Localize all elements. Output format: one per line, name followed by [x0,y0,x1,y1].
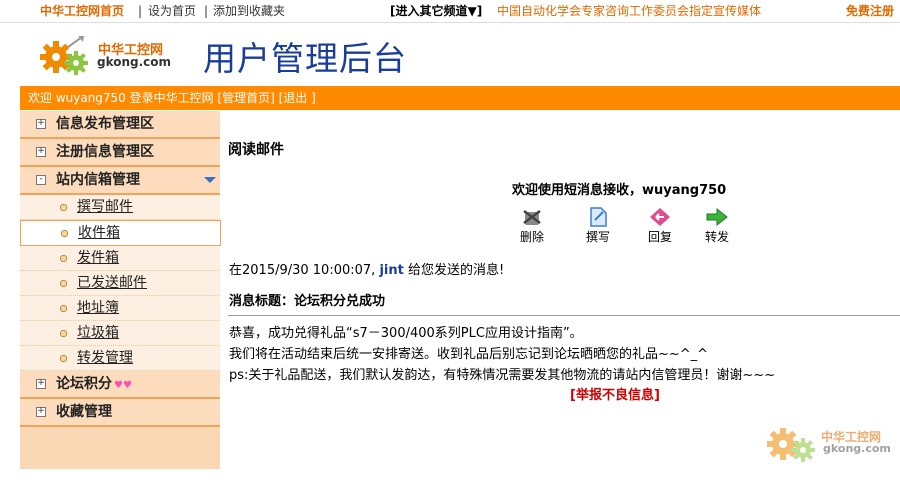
sidebar-section-label: 站内信箱管理 [56,172,140,188]
message-date: 在2015/9/30 10:00:07, [229,263,380,278]
sidebar-item-label[interactable]: 已发送邮件 [77,271,147,295]
bullet-icon [60,355,67,362]
forum-label: 论坛积分 [56,376,112,392]
mailbox-submenu: 撰写邮件 收件箱 发件箱 已发送邮件 地址簿 垃圾箱 转发管理 [20,195,221,371]
message-subject: 消息标题：论坛积分兑成功 [229,294,386,309]
separator: | [204,4,209,18]
page-title: 用户管理后台 [203,39,407,78]
sidebar-item-label[interactable]: 转发管理 [77,346,133,370]
expand-icon[interactable]: + [36,119,46,129]
compose-icon [590,207,607,227]
chevron-down-icon[interactable] [204,177,216,183]
delete-icon [523,210,541,225]
watermark-logo: 中华工控网 gkong.com [765,420,895,470]
reply-button[interactable]: 回复 [643,206,677,245]
welcome-bar: 欢迎 wuyang750 登录中华工控网 [管理首页] [退出 ] [20,86,900,110]
sidebar-section-label: 信息发布管理区 [56,116,154,132]
sidebar-section-label: 注册信息管理区 [56,144,154,160]
expand-icon[interactable]: + [36,147,46,157]
greeting-text: 欢迎使用短消息接收，wuyang750 [512,183,727,198]
sidebar-item-inbox[interactable]: 收件箱 [20,220,221,246]
report-link[interactable]: [举报不良信息] [570,384,660,403]
divider [228,315,900,316]
bullet-icon [60,255,67,262]
sidebar-item-label[interactable]: 撰写邮件 [77,195,133,219]
action-label: 撰写 [585,230,610,244]
home-link[interactable]: 中华工控网首页 [40,0,124,22]
sidebar-section-forum-points[interactable]: + 论坛积分 ♥♥ [20,371,220,399]
bullet-icon [60,330,67,337]
compose-button[interactable]: 撰写 [581,206,615,245]
sidebar-item-compose[interactable]: 撰写邮件 [20,195,220,220]
sidebar-section-label: 收藏管理 [56,404,112,420]
sidebar-section-mailbox[interactable]: - 站内信箱管理 [20,167,220,195]
sidebar-section-label: 论坛积分 ♥♥ [56,371,132,399]
register-link[interactable]: 免费注册 [846,0,894,22]
gear-logo-icon [40,36,88,75]
sidebar-item-forwarding[interactable]: 转发管理 [20,346,220,371]
sidebar-item-label[interactable]: 垃圾箱 [77,321,119,345]
bullet-icon [61,230,68,237]
site-logo[interactable]: 中华工控网 gkong.com [38,33,178,81]
message-line: 恭喜，成功兑得礼品“s7－300/400系列PLC应用设计指南”。 [229,326,583,341]
bullet-icon [60,204,67,211]
sender-link[interactable]: jint [379,263,403,278]
watermark-en-text: gkong.com [823,442,891,455]
message-meta: 在2015/9/30 10:00:07, jint 给您发送的消息! [229,259,504,278]
logo-en-text: gkong.com [97,55,172,69]
sidebar-item-label[interactable]: 发件箱 [77,246,119,270]
gear-watermark-icon [767,428,815,462]
action-label: 删除 [519,230,544,244]
reply-icon [650,208,670,226]
page-heading: 阅读邮件 [228,142,284,158]
delete-button[interactable]: 删除 [515,206,549,245]
sidebar: + 信息发布管理区 + 注册信息管理区 - 站内信箱管理 撰写邮件 收件箱 发件… [20,111,221,469]
add-favorite-link[interactable]: 添加到收藏夹 [213,0,285,22]
sidebar-item-outbox[interactable]: 发件箱 [20,246,220,271]
action-label: 回复 [647,230,672,244]
action-label: 转发 [704,230,729,244]
header: 中华工控网 gkong.com 用户管理后台 [0,23,900,85]
sidebar-section-publish[interactable]: + 信息发布管理区 [20,111,220,139]
sidebar-item-label[interactable]: 地址簿 [77,296,119,320]
collapse-icon[interactable]: - [36,175,46,185]
bullet-icon [60,280,67,287]
message-suffix: 给您发送的消息! [403,263,505,278]
forward-button[interactable]: 转发 [700,206,734,245]
channel-dropdown[interactable]: [进入其它频道▼] [390,0,482,22]
message-line: 我们将在活动结束后统一安排寄送。收到礼品后别忘记到论坛晒晒您的礼品~~^_^ [229,347,709,362]
message-line: ps:关于礼品配送，我们默认发韵达，有特殊情况需要发其他物流的请站内信管理员！谢… [229,368,776,383]
bullet-icon [60,305,67,312]
sidebar-item-address-book[interactable]: 地址簿 [20,296,220,321]
expand-icon[interactable]: + [36,407,46,417]
sidebar-section-register[interactable]: + 注册信息管理区 [20,139,220,167]
sidebar-item-label[interactable]: 收件箱 [78,221,120,245]
top-bar: 中华工控网首页 | 设为首页 | 添加到收藏夹 [进入其它频道▼] 中国自动化学… [0,0,900,23]
heart-icon: ♥♥ [114,380,132,391]
set-homepage-link[interactable]: 设为首页 [148,0,196,22]
sidebar-item-trash[interactable]: 垃圾箱 [20,321,220,346]
sidebar-section-favorites[interactable]: + 收藏管理 [20,399,220,427]
mail-actions: 删除 撰写 回复 转发 [515,206,745,246]
separator: | [138,4,143,18]
welcome-text[interactable]: 欢迎 wuyang750 登录中华工控网 [管理首页] [退出 ] [28,91,316,105]
forward-icon [706,207,728,227]
sidebar-item-sent[interactable]: 已发送邮件 [20,271,220,296]
expand-icon[interactable]: + [36,379,46,389]
media-link[interactable]: 中国自动化学会专家咨询工作委员会指定宣传媒体 [497,0,761,22]
message-body: 恭喜，成功兑得礼品“s7－300/400系列PLC应用设计指南”。 我们将在活动… [229,323,775,386]
